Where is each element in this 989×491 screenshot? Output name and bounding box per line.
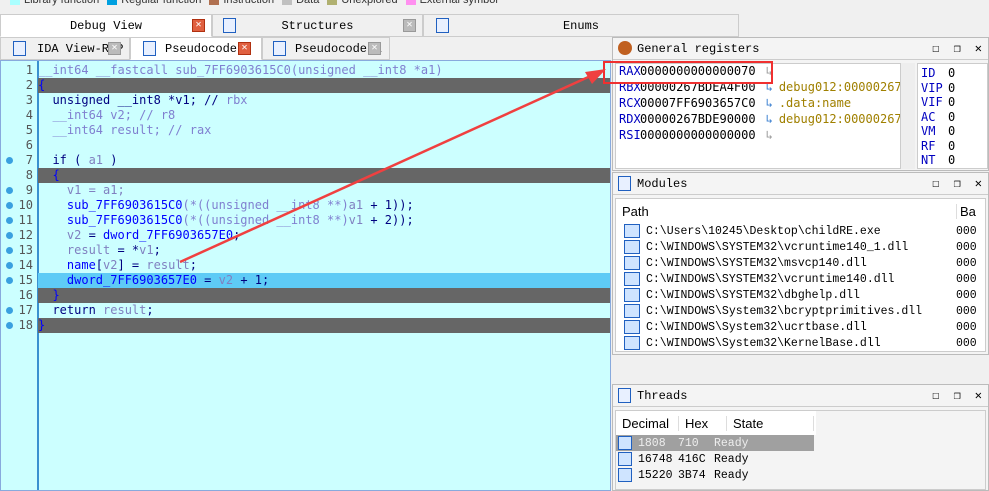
annotation-arrow (179, 69, 606, 264)
